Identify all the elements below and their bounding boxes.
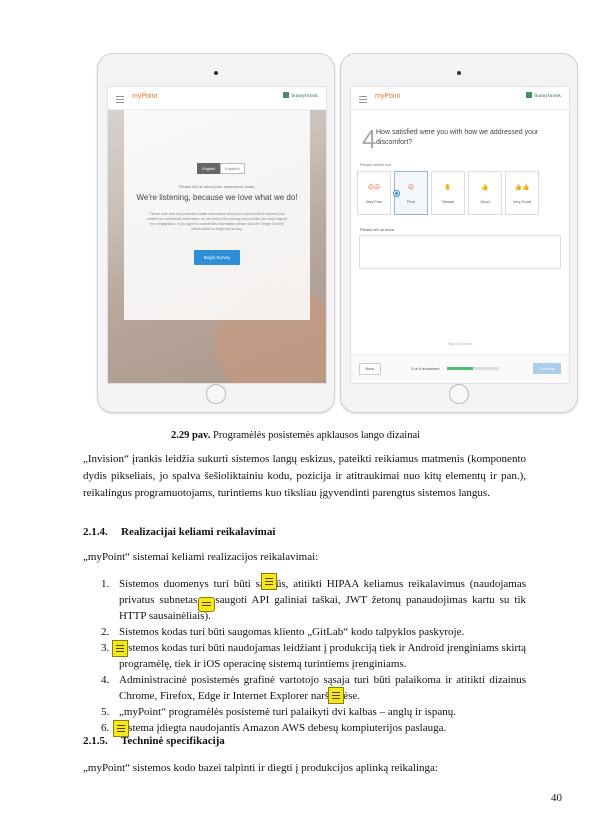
comment-bubble-icon[interactable] — [198, 597, 215, 612]
tablet-mockup-question: myPoint Sunnybrook 4 How satisfied were … — [340, 53, 578, 413]
sticky-note-icon[interactable] — [113, 720, 129, 737]
tablet-camera — [457, 71, 461, 75]
neutral-icon: ✋ — [444, 185, 452, 191]
rating-option-label: Neutral — [441, 200, 455, 204]
progress-text: 3 of 6 answered — [411, 366, 440, 371]
question-number: 4 — [362, 124, 377, 154]
rating-option[interactable]: ✋ Neutral — [431, 171, 465, 215]
list-item: 3. Sistemos kodas turi būti naudojamas le… — [83, 640, 526, 672]
list-item-number: 5. — [101, 706, 110, 718]
home-button — [449, 384, 469, 404]
figure-caption: 2.29 pav. Programėlės posistemės apklaus… — [0, 430, 591, 441]
sticky-note-icon[interactable] — [328, 687, 344, 704]
list-item-text: „myPoint“ programėlės posistemė turi pal… — [119, 706, 456, 718]
back-button[interactable]: Back — [359, 363, 381, 375]
rating-option[interactable]: ☹☹ Very Poor — [357, 171, 391, 215]
progress-bar-fill — [447, 367, 473, 370]
list-item-number: 4. — [101, 674, 110, 686]
good-icon: 👍 — [481, 185, 489, 191]
section-number: 2.1.4. — [83, 526, 108, 538]
page-number: 40 — [551, 792, 562, 804]
app-header: myPoint Sunnybrook — [108, 87, 326, 110]
requirements-list: 1. Sistemos duomenys turi būti saugūs, at… — [83, 576, 526, 736]
sticky-note-icon[interactable] — [112, 640, 128, 657]
app-header: myPoint Sunnybrook — [351, 87, 569, 110]
section-heading-2-1-4: 2.1.4. Realizacijai keliami reikalavimai — [83, 526, 275, 538]
select-one-label: Please select one — [360, 162, 392, 167]
rating-option[interactable]: 👍👍 Very Good — [505, 171, 539, 215]
list-item: 1. Sistemos duomenys turi būti saugūs, at… — [83, 576, 526, 624]
tablet-screen: myPoint Sunnybrook English Español Pleas… — [107, 86, 327, 384]
rating-option-label: Good — [480, 200, 490, 204]
list-item-number: 6. — [101, 722, 110, 734]
sticky-note-icon[interactable] — [261, 573, 277, 590]
skip-question-link[interactable]: Skip Question — [351, 341, 569, 346]
language-english-button[interactable]: English — [197, 163, 221, 174]
section-heading-2-1-5: 2.1.5. Techninė specifikacija — [83, 735, 225, 747]
paragraph-requirements-intro: „myPoint“ sistemai keliami realizacijos … — [83, 551, 319, 563]
list-item: 5. „myPoint“ programėlės posistemė turi p… — [83, 704, 526, 720]
tablet-camera — [214, 71, 218, 75]
progress-bar — [447, 367, 499, 370]
survey-footer: Back 3 of 6 answered Continue — [351, 354, 569, 383]
selected-radio-icon — [393, 190, 400, 197]
list-item-text: Sistemos duomenys turi būti saugūs, atit… — [119, 578, 526, 622]
list-item: 2. Sistemos kodas turi būti saugomas klie… — [83, 624, 526, 640]
language-spanish-button[interactable]: Español — [220, 163, 245, 174]
welcome-headline: We're listening, because we love what we… — [136, 193, 298, 202]
section-title: Realizacijai keliami reikalavimai — [121, 526, 276, 538]
list-item-text: Sistemos kodas turi būti naudojamas leid… — [119, 642, 526, 670]
paragraph-invision: „Invision“ įrankis leidžia sukurti siste… — [83, 453, 526, 499]
rating-options: ☹☹ Very Poor ☹ Poor ✋ Neutral 👍 Good 👍👍 Very Good — [357, 171, 539, 215]
list-item-text: Sistema įdiegta naudojantis Amazon AWS d… — [119, 722, 447, 734]
very-poor-icon: ☹☹ — [367, 185, 381, 191]
list-item: 6. Sistema įdiegta naudojantis Amazon AWS… — [83, 720, 526, 736]
tell-more-label: Please tell us more — [360, 227, 395, 232]
comment-textarea[interactable] — [359, 235, 561, 269]
list-item-number: 2. — [101, 626, 110, 638]
privacy-notice: Please note that any protected health in… — [146, 212, 288, 231]
brand-logo: Sunnybrook — [283, 92, 318, 99]
welcome-panel: English Español Please tell us about you… — [124, 110, 310, 320]
welcome-subtitle: Please tell us about your experience tod… — [178, 184, 256, 189]
list-item: 4. Administracinė posistemės grafinė vart… — [83, 672, 526, 704]
paragraph-deploy: „myPoint“ sistemos kodo bazei talpinti i… — [83, 762, 438, 774]
rating-option[interactable]: 👍 Good — [468, 171, 502, 215]
tablet-screen: myPoint Sunnybrook 4 How satisfied were … — [350, 86, 570, 384]
begin-survey-button[interactable]: Begin Survey — [194, 250, 240, 265]
rating-option-label: Very Good — [513, 200, 531, 204]
menu-icon[interactable] — [116, 96, 124, 103]
figure-number: 2.29 pav. — [170, 430, 211, 441]
menu-icon[interactable] — [359, 96, 367, 103]
app-logo: myPoint — [375, 93, 401, 100]
rating-option-label: Poor — [406, 200, 416, 204]
list-item-number: 3. — [101, 642, 110, 654]
list-item-text: Sistemos kodas turi būti saugomas klient… — [119, 626, 465, 638]
rating-option-label: Very Poor — [365, 200, 383, 204]
home-button — [206, 384, 226, 404]
continue-button[interactable]: Continue — [533, 363, 561, 374]
poor-icon: ☹ — [407, 185, 415, 191]
very-good-icon: 👍👍 — [514, 185, 530, 191]
list-item-text: Administracinė posistemės grafinė vartot… — [119, 674, 526, 702]
figure-caption-text: Programėlės posistemės apklausos lango d… — [210, 430, 421, 441]
tablet-mockup-welcome: myPoint Sunnybrook English Español Pleas… — [97, 53, 335, 413]
app-logo: myPoint — [132, 93, 158, 100]
section-title: Techninė specifikacija — [121, 735, 225, 747]
list-item-number: 1. — [101, 578, 110, 590]
brand-logo: Sunnybrook — [526, 92, 561, 99]
language-toggle: English Español — [197, 163, 245, 174]
question-text: How satisfied were you with how we addre… — [376, 129, 539, 146]
